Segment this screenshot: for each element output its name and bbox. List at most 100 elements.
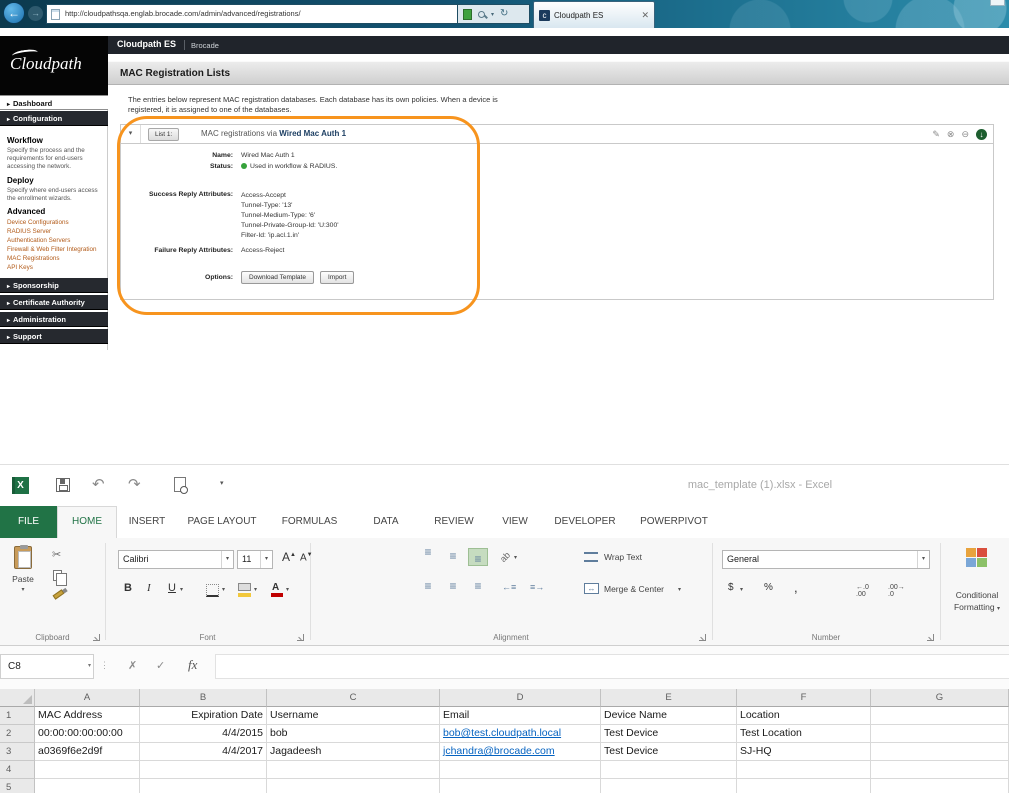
name-box-dropdown-icon[interactable]: ▾ bbox=[88, 655, 91, 678]
section-title-workflow[interactable]: Workflow bbox=[7, 136, 103, 145]
disable-icon[interactable]: ⊖ bbox=[961, 127, 969, 141]
cell-B3[interactable]: 4/4/2017 bbox=[140, 743, 267, 761]
cell-C4[interactable] bbox=[267, 761, 440, 779]
cell-C5[interactable] bbox=[267, 779, 440, 793]
increase-font-size-icon[interactable]: A▲ bbox=[282, 550, 296, 564]
cell-A4[interactable] bbox=[35, 761, 140, 779]
sidebar-link-radius-server[interactable]: RADIUS Server bbox=[7, 227, 103, 236]
paste-dropdown-icon[interactable]: ▾ bbox=[0, 586, 46, 593]
cell-E4[interactable] bbox=[601, 761, 737, 779]
orientation-icon[interactable]: ab bbox=[498, 550, 512, 564]
cell-D4[interactable] bbox=[440, 761, 601, 779]
ribbon-tab-home[interactable]: HOME bbox=[57, 506, 117, 538]
format-painter-icon[interactable] bbox=[52, 589, 65, 600]
align-center-icon[interactable]: ≡ bbox=[443, 578, 463, 596]
font-color-dropdown-icon[interactable]: ▾ bbox=[286, 586, 289, 593]
sidebar-item-support[interactable]: ▸ Support bbox=[0, 329, 108, 344]
delete-icon[interactable]: ⊗ bbox=[947, 127, 955, 141]
underline-button[interactable]: U bbox=[168, 582, 176, 594]
cell-D2[interactable]: bob@test.cloudpath.local bbox=[440, 725, 601, 743]
merge-center-dropdown-icon[interactable]: ▾ bbox=[678, 586, 681, 593]
cell-E2[interactable]: Test Device bbox=[601, 725, 737, 743]
cell-B2[interactable]: 4/4/2015 bbox=[140, 725, 267, 743]
currency-button[interactable]: $ bbox=[728, 582, 734, 593]
cell-A2[interactable]: 00:00:00:00:00:00 bbox=[35, 725, 140, 743]
qat-customize-icon[interactable]: ▾ bbox=[220, 479, 224, 487]
increase-decimal-icon[interactable]: ←.0.00 bbox=[856, 584, 869, 598]
decrease-indent-icon[interactable]: ←≡ bbox=[502, 582, 516, 592]
cell-E1[interactable]: Device Name bbox=[601, 707, 737, 725]
dropdown-icon[interactable]: ▾ bbox=[491, 11, 494, 18]
bottom-align-icon[interactable]: ≡ bbox=[468, 548, 488, 566]
cell-G3[interactable] bbox=[871, 743, 1009, 761]
sidebar-link-device-configurations[interactable]: Device Configurations bbox=[7, 218, 103, 227]
row-header-2[interactable]: 2 bbox=[0, 725, 35, 743]
sidebar-link-authentication-servers[interactable]: Authentication Servers bbox=[7, 236, 103, 245]
cell-D3[interactable]: jchandra@brocade.com bbox=[440, 743, 601, 761]
cancel-icon[interactable]: ✗ bbox=[128, 659, 137, 672]
orientation-dropdown-icon[interactable]: ▾ bbox=[514, 554, 517, 561]
cell-C2[interactable]: bob bbox=[267, 725, 440, 743]
merge-center-label[interactable]: Merge & Center bbox=[604, 584, 664, 594]
cell-F4[interactable] bbox=[737, 761, 871, 779]
cell-F5[interactable] bbox=[737, 779, 871, 793]
cell-G2[interactable] bbox=[871, 725, 1009, 743]
cell-A3[interactable]: a0369f6e2d9f bbox=[35, 743, 140, 761]
save-icon[interactable] bbox=[56, 478, 70, 492]
copy-icon[interactable] bbox=[53, 570, 67, 586]
cell-A5[interactable] bbox=[35, 779, 140, 793]
column-header-A[interactable]: A bbox=[35, 689, 140, 707]
browser-tab[interactable]: c Cloudpath ES ✕ bbox=[533, 1, 655, 28]
font-dialog-launcher-icon[interactable] bbox=[297, 634, 304, 641]
decrease-decimal-icon[interactable]: .00→ .0 bbox=[888, 584, 905, 598]
number-dialog-launcher-icon[interactable] bbox=[927, 634, 934, 641]
print-preview-icon[interactable] bbox=[174, 477, 188, 494]
cell-A1[interactable]: MAC Address bbox=[35, 707, 140, 725]
ribbon-tab-data[interactable]: DATA bbox=[352, 506, 420, 538]
bold-button[interactable]: B bbox=[124, 582, 132, 594]
italic-button[interactable]: I bbox=[147, 582, 151, 594]
chevron-down-icon[interactable]: ▾ bbox=[221, 551, 233, 568]
paste-icon[interactable] bbox=[14, 545, 32, 569]
cell-G1[interactable] bbox=[871, 707, 1009, 725]
underline-dropdown-icon[interactable]: ▾ bbox=[180, 586, 183, 593]
conditional-formatting-icon[interactable] bbox=[966, 548, 988, 568]
ribbon-tab-formulas[interactable]: FORMULAS bbox=[267, 506, 352, 538]
cell-F1[interactable]: Location bbox=[737, 707, 871, 725]
column-header-F[interactable]: F bbox=[737, 689, 871, 707]
comma-button[interactable]: , bbox=[794, 580, 798, 595]
row-header-3[interactable]: 3 bbox=[0, 743, 35, 761]
column-header-D[interactable]: D bbox=[440, 689, 601, 707]
cell-F2[interactable]: Test Location bbox=[737, 725, 871, 743]
cell-D5[interactable] bbox=[440, 779, 601, 793]
chevron-down-icon[interactable]: ▾ bbox=[917, 551, 929, 568]
refresh-icon[interactable]: ↻ bbox=[500, 9, 508, 19]
cell-D1[interactable]: Email bbox=[440, 707, 601, 725]
merge-center-icon[interactable]: ↔ bbox=[584, 583, 599, 594]
cell-C1[interactable]: Username bbox=[267, 707, 440, 725]
window-restore-icon[interactable] bbox=[990, 0, 1005, 6]
font-color-icon[interactable]: A bbox=[270, 582, 284, 597]
ribbon-tab-developer[interactable]: DEVELOPER bbox=[542, 506, 628, 538]
cloudpath-logo[interactable]: Cloudpath bbox=[0, 36, 108, 95]
cell-E3[interactable]: Test Device bbox=[601, 743, 737, 761]
ribbon-tab-view[interactable]: VIEW bbox=[488, 506, 542, 538]
excel-app-icon[interactable]: X bbox=[12, 477, 29, 494]
cell-E5[interactable] bbox=[601, 779, 737, 793]
ribbon-tab-file[interactable]: FILE bbox=[0, 506, 57, 538]
cell-B4[interactable] bbox=[140, 761, 267, 779]
paste-label[interactable]: Paste bbox=[0, 574, 46, 584]
sidebar-item-sponsorship[interactable]: ▸ Sponsorship bbox=[0, 278, 108, 293]
cell-B1[interactable]: Expiration Date bbox=[140, 707, 267, 725]
row-header-4[interactable]: 4 bbox=[0, 761, 35, 779]
sidebar-link-api-keys[interactable]: API Keys bbox=[7, 263, 103, 272]
sidebar-item-dashboard[interactable]: ▸ Dashboard bbox=[0, 95, 108, 110]
alignment-dialog-launcher-icon[interactable] bbox=[699, 634, 706, 641]
align-right-icon[interactable]: ≡ bbox=[468, 578, 488, 596]
percent-button[interactable]: % bbox=[764, 582, 773, 593]
name-box[interactable]: C8 ▾ bbox=[0, 654, 94, 679]
row-header-1[interactable]: 1 bbox=[0, 707, 35, 725]
column-header-C[interactable]: C bbox=[267, 689, 440, 707]
ribbon-tab-powerpivot[interactable]: POWERPIVOT bbox=[628, 506, 720, 538]
cell-F3[interactable]: SJ-HQ bbox=[737, 743, 871, 761]
